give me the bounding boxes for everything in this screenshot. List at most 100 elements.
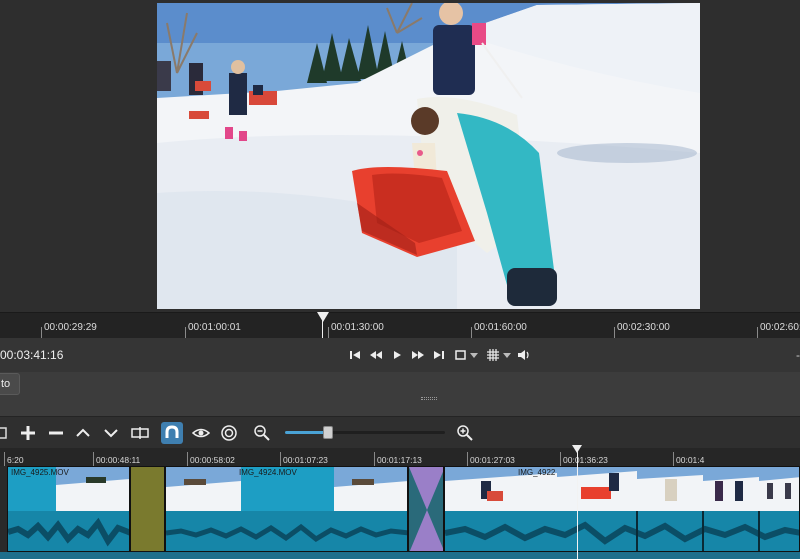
ruler-label: 00:02:60: [760,322,800,333]
kids-thumbnail [759,467,799,511]
video-editor-window: 00:00:29:29 00:01:00:01 00:01:30:00 00:0… [0,0,800,559]
lift-button[interactable] [72,422,94,444]
skip-to-start-button[interactable] [347,347,363,363]
waveform [445,511,799,551]
zoom-out-icon [254,425,270,441]
kids-thumbnail [557,467,637,511]
ruler-label: 00:01:36:23 [563,455,608,465]
zoom-dropdown-button[interactable] [469,347,479,363]
volume-button[interactable] [516,347,532,363]
timeline-clip[interactable]: IMG_4922 [444,466,800,552]
track-baseline [0,552,800,559]
ruler-label: 00:01:27:03 [470,455,515,465]
splitter-handle[interactable] [421,397,437,400]
timeline-toolbar [0,416,800,448]
split-icon [131,427,149,439]
rewind-button[interactable] [368,347,384,363]
clip-thumbnail [557,467,637,511]
ruler-label: 00:00:29:29 [44,322,97,333]
clip-thumbnail [637,467,703,511]
waveform [166,523,407,543]
transport-bar: 00:03:41:16 - [0,338,800,372]
clip-audio-waveform [445,511,799,551]
clip-name: IMG_4925.MOV [11,468,69,477]
ruler-label: 00:01:07:23 [283,455,328,465]
ruler-tick [560,452,561,466]
skip-to-end-button[interactable] [431,347,447,363]
kids-thumbnail [703,467,759,511]
play-icon [394,351,401,359]
eye-icon [192,428,210,438]
grid-button[interactable] [485,347,501,363]
volume-icon [518,350,529,360]
snow-sledding-scene [157,3,700,309]
video-track: IMG_4925.MOV IMG_4924.MOV IMG_4922 [0,466,800,559]
ruler-label: 6:20 [7,455,24,465]
transition-crossfade-icon [409,467,443,551]
minus-icon [49,431,63,435]
timeline-playhead-marker[interactable] [572,445,582,453]
chevron-down-icon [470,353,478,358]
clip-thumbnail [334,467,407,511]
transport-right-indicator: - [796,348,800,362]
rewind-icon [370,351,382,359]
kids-thumbnail [637,467,703,511]
magnet-icon [165,425,179,438]
timeline-transition[interactable] [408,466,444,552]
zoom-out-button[interactable] [251,422,273,444]
current-timecode[interactable]: 00:03:41:16 [0,348,63,362]
grid-icon [487,349,499,361]
ruler-label: 00:01:30:00 [331,322,384,333]
auto-button[interactable]: to [0,373,20,395]
ruler-label: 00:01:4 [676,455,705,465]
timeline-clip[interactable]: IMG_4924.MOV [165,466,408,552]
ruler-label: 00:02:30:00 [617,322,670,333]
ruler-tick [673,452,674,466]
ruler-label: 00:00:48:11 [96,455,141,465]
zoom-in-button[interactable] [454,422,476,444]
clip-thumbnail [703,467,759,511]
zoom-in-icon [457,425,473,441]
snow-thumbnail [334,467,407,511]
split-button[interactable] [129,422,151,444]
fast-forward-icon [412,351,424,359]
timeline-menu-button[interactable] [0,422,10,444]
zoom-slider-handle[interactable] [323,426,334,439]
ruler-tick [93,452,94,466]
play-button[interactable] [389,347,405,363]
preview-time-ruler[interactable]: 00:00:29:29 00:01:00:01 00:01:30:00 00:0… [0,312,800,339]
clip-thumbnail [166,467,241,511]
append-button[interactable] [17,422,39,444]
ripple-toggle-button[interactable] [218,422,240,444]
video-preview-frame[interactable] [157,3,700,309]
timeline-playhead-line [577,448,578,559]
preview-playhead-marker[interactable] [317,312,329,322]
ruler-tick [187,452,188,466]
snap-toggle-button[interactable] [161,422,183,444]
plus-icon [21,426,35,440]
clip-video-thumbnail-strip [445,467,799,511]
scrub-toggle-button[interactable] [190,422,212,444]
ripple-delete-button[interactable] [45,422,67,444]
panel-splitter-area: to [0,372,800,416]
video-preview-panel [0,0,800,312]
ruler-tick [4,452,5,466]
zoom-slider-fill [285,431,329,434]
menu-icon [0,427,7,439]
chevron-down-icon [104,429,118,438]
overwrite-button[interactable] [100,422,122,444]
timeline-clip-color[interactable] [130,466,165,552]
clip-name: IMG_4922 [518,468,556,477]
zoom-slider[interactable] [285,426,445,439]
timeline-clip[interactable]: IMG_4925.MOV [7,466,130,552]
ruler-tick [374,452,375,466]
grid-dropdown-button[interactable] [502,347,512,363]
crop-frame-icon [455,350,466,360]
skip-start-icon [350,351,360,359]
clip-audio-waveform [8,511,129,551]
ruler-tick [467,452,468,466]
timeline-ruler[interactable]: 6:20 00:00:48:11 00:00:58:02 00:01:07:23… [0,448,800,466]
zoom-fit-button[interactable] [453,347,469,363]
fast-forward-button[interactable] [410,347,426,363]
ruler-label: 00:00:58:02 [190,455,235,465]
